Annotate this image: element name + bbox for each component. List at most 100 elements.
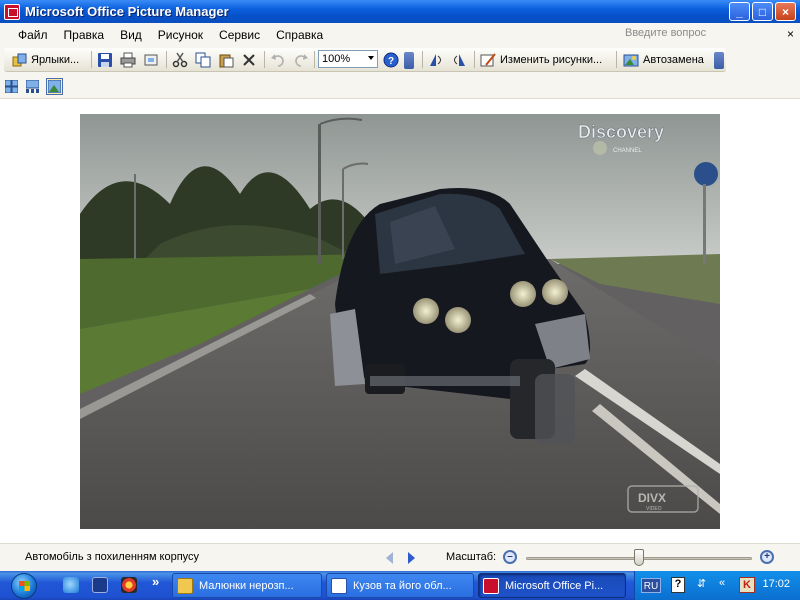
filmstrip-view-button[interactable] — [24, 78, 41, 95]
task-button-document[interactable]: Кузов та його обл... — [326, 573, 474, 598]
tray-chevron-icon[interactable]: « — [719, 577, 733, 593]
toolbar-separator — [422, 51, 423, 68]
toolbar-separator — [166, 51, 167, 68]
zoom-in-icon[interactable]: + — [760, 550, 774, 564]
window-controls: _ □ × — [729, 2, 796, 21]
task-button-label: Microsoft Office Pi... — [505, 579, 604, 592]
picture-manager-icon — [483, 577, 499, 594]
picture-view-area: Discovery CHANNEL DIVX VIDEO — [0, 99, 800, 543]
picture-caption: Автомобіль з похиленням корпусу — [25, 551, 200, 563]
redo-button[interactable] — [293, 51, 309, 68]
car-photo: Discovery CHANNEL DIVX VIDEO — [80, 114, 720, 529]
menu-tools[interactable]: Сервис — [211, 28, 268, 42]
toolbar-separator — [474, 51, 475, 68]
divx-watermark-subtext: VIDEO — [646, 506, 662, 512]
displayed-photo[interactable]: Discovery CHANNEL DIVX VIDEO — [80, 114, 720, 529]
svg-text:?: ? — [388, 56, 394, 67]
menu-file[interactable]: Файл — [10, 28, 56, 42]
language-indicator[interactable]: RU — [641, 578, 661, 593]
thumbnails-icon — [5, 80, 18, 93]
shortcuts-label: Ярлыки... — [31, 53, 80, 66]
next-picture-button[interactable] — [408, 552, 415, 564]
zoom-select-value: 100% — [322, 53, 351, 65]
paste-button[interactable] — [218, 51, 234, 68]
network-icon[interactable]: ⇵ — [697, 577, 711, 593]
save-button[interactable] — [97, 51, 113, 68]
printer-icon — [120, 52, 136, 68]
maximize-button[interactable]: □ — [752, 2, 773, 21]
antivirus-icon[interactable]: K — [739, 577, 755, 593]
clock: 17:02 — [762, 578, 790, 590]
rotate-right-button[interactable] — [451, 51, 467, 68]
menu-view[interactable]: Вид — [112, 28, 150, 42]
system-tray: RU ? ⇵ « K 17:02 — [634, 571, 800, 600]
autocorrect-icon — [623, 52, 639, 68]
task-button-folder[interactable]: Малюнки нерозп... — [172, 573, 322, 598]
shortcuts-icon — [12, 52, 28, 68]
minimize-button[interactable]: _ — [729, 2, 750, 21]
thumbnail-view-button[interactable] — [3, 78, 20, 95]
toolbar-separator — [616, 51, 617, 68]
task-button-label: Кузов та його обл... — [353, 579, 452, 592]
window-title: Microsoft Office Picture Manager — [25, 4, 229, 19]
word-document-icon — [331, 577, 347, 594]
zoom-label: Масштаб: — [446, 551, 497, 563]
send-email-button[interactable] — [143, 51, 159, 68]
chevron-down-icon — [368, 56, 374, 60]
filmstrip-icon — [26, 80, 39, 93]
toolbar-options-chevron[interactable] — [714, 52, 724, 69]
divx-watermark-text: DIVX — [638, 491, 666, 505]
toolbar-separator — [264, 51, 265, 68]
rotate-right-icon — [451, 52, 467, 68]
windows-logo-icon — [11, 572, 37, 599]
copy-icon — [195, 52, 211, 68]
help-icon[interactable]: ? — [671, 577, 685, 593]
rotate-left-button[interactable] — [428, 51, 444, 68]
close-button[interactable]: × — [775, 2, 796, 21]
browser-icon[interactable] — [121, 577, 137, 593]
shortcuts-button[interactable]: Ярлыки... — [12, 51, 79, 68]
edit-picture-icon — [480, 52, 496, 68]
mail-icon — [143, 52, 159, 68]
copy-button[interactable] — [195, 51, 211, 68]
task-button-picture-manager[interactable]: Microsoft Office Pi... — [478, 573, 626, 598]
paste-icon — [218, 52, 234, 68]
standard-toolbar: Ярлыки... 100% ? Изменить рисунки... Авт… — [0, 47, 800, 73]
redo-icon — [293, 52, 309, 68]
quick-launch-chevron[interactable]: » — [152, 574, 159, 589]
undo-button[interactable] — [270, 51, 286, 68]
cut-button[interactable] — [172, 51, 188, 68]
view-mode-bar — [0, 73, 800, 99]
folder-icon — [177, 577, 193, 594]
menu-edit[interactable]: Правка — [56, 28, 113, 42]
previous-picture-button[interactable] — [386, 552, 393, 564]
delete-button[interactable] — [241, 51, 257, 68]
help-button[interactable]: ? — [383, 51, 399, 68]
menu-help[interactable]: Справка — [268, 28, 331, 42]
single-picture-icon — [48, 80, 61, 93]
edit-pictures-label: Изменить рисунки... — [500, 53, 603, 66]
picture-manager-icon — [4, 3, 20, 20]
rotate-left-icon — [428, 52, 444, 68]
help-search-input[interactable]: Введите вопрос — [622, 27, 772, 43]
channel-logo-subtext: CHANNEL — [613, 148, 642, 154]
zoom-select[interactable]: 100% — [318, 50, 378, 68]
start-button[interactable] — [0, 571, 48, 600]
zoom-slider-thumb[interactable] — [634, 549, 644, 566]
autocorrect-button[interactable]: Автозамена — [623, 51, 704, 68]
media-player-icon[interactable] — [92, 577, 108, 593]
help-icon: ? — [383, 52, 399, 68]
taskbar: » Малюнки нерозп... Кузов та його обл...… — [0, 571, 800, 600]
save-icon — [97, 52, 113, 68]
undo-icon — [270, 52, 286, 68]
menu-picture[interactable]: Рисунок — [150, 28, 211, 42]
edit-pictures-button[interactable]: Изменить рисунки... — [480, 51, 602, 68]
print-button[interactable] — [120, 51, 136, 68]
single-picture-view-button[interactable] — [46, 78, 63, 95]
delete-icon — [241, 52, 257, 68]
scissors-icon — [172, 52, 188, 68]
toolbar-options-chevron[interactable] — [404, 52, 414, 69]
internet-explorer-icon[interactable] — [63, 577, 79, 593]
document-close-icon[interactable]: × — [787, 27, 794, 41]
zoom-out-icon[interactable]: – — [503, 550, 517, 564]
